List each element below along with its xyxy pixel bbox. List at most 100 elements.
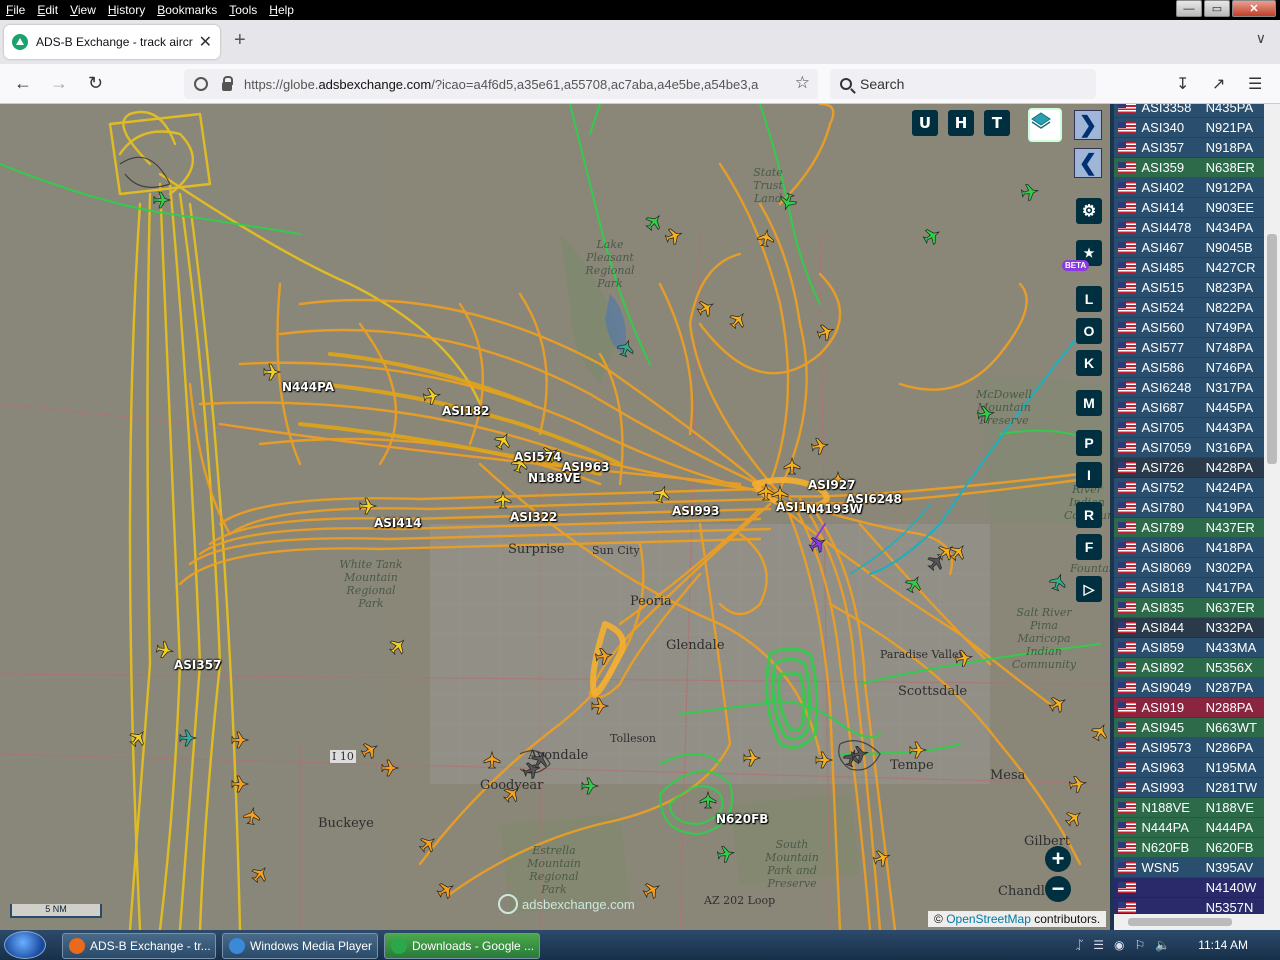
aircraft-list-row[interactable]: ASI726 N428PA: [1114, 458, 1264, 478]
aircraft-label-asi322[interactable]: ASI322: [510, 510, 557, 524]
aircraft-list-row[interactable]: ASI7059 N316PA: [1114, 438, 1264, 458]
task-media-player[interactable]: Windows Media Player: [222, 933, 378, 959]
aircraft-list-row[interactable]: ASI859 N433MA: [1114, 638, 1264, 658]
aircraft-list-row[interactable]: ASI919 N288PA: [1114, 698, 1264, 718]
aircraft-label-asi357[interactable]: ASI357: [174, 658, 221, 672]
task-chrome-downloads[interactable]: Downloads - Google ...: [384, 933, 540, 959]
aircraft-label-asi182[interactable]: ASI182: [442, 404, 489, 418]
action-center-icon[interactable]: ⚐: [1134, 938, 1145, 952]
lock-icon[interactable]: [222, 75, 233, 91]
menu-history[interactable]: History: [102, 3, 151, 17]
aircraft-list-row[interactable]: N620FB N620FB: [1114, 838, 1264, 858]
replay-icon[interactable]: ▷: [1076, 576, 1102, 602]
aircraft-list-row[interactable]: N4140W: [1114, 878, 1264, 898]
aircraft-list-row[interactable]: ASI705 N443PA: [1114, 418, 1264, 438]
aircraft-label-asi414[interactable]: ASI414: [374, 516, 421, 530]
aircraft-list-row[interactable]: ASI586 N746PA: [1114, 358, 1264, 378]
layers-button[interactable]: [1028, 108, 1062, 142]
volume-icon[interactable]: 🔈: [1155, 938, 1170, 952]
aircraft-list-row[interactable]: ASI4478 N434PA: [1114, 218, 1264, 238]
menu-view[interactable]: View: [64, 3, 102, 17]
aircraft-list-row[interactable]: ASI752 N424PA: [1114, 478, 1264, 498]
aircraft-label-asi1[interactable]: ASI1: [776, 500, 807, 514]
clock[interactable]: 11:14 AM: [1198, 938, 1248, 952]
menu-file[interactable]: File: [0, 3, 31, 17]
start-button[interactable]: [4, 931, 46, 959]
flight-map[interactable]: Surprise Glendale Peoria Scottsdale Temp…: [0, 104, 1110, 930]
aircraft-list-row[interactable]: ASI780 N419PA: [1114, 498, 1264, 518]
list-all-tabs-chevron-icon[interactable]: ∨: [1256, 30, 1266, 47]
aircraft-list-row[interactable]: ASI9573 N286PA: [1114, 738, 1264, 758]
bookmark-star-icon[interactable]: ☆: [795, 73, 810, 93]
aircraft-list-row[interactable]: ASI577 N748PA: [1114, 338, 1264, 358]
settings-gear-icon[interactable]: ⚙: [1076, 198, 1102, 224]
toggle-p-button[interactable]: P: [1076, 430, 1102, 456]
network-icon[interactable]: ☰: [1093, 938, 1104, 952]
expand-sidebar-arrow-icon[interactable]: ❯: [1074, 110, 1102, 140]
toggle-o-button[interactable]: O: [1076, 318, 1102, 344]
downloads-icon[interactable]: ↧: [1176, 74, 1189, 94]
toggle-m-button[interactable]: M: [1076, 390, 1102, 416]
aircraft-list-row[interactable]: ASI340 N921PA: [1114, 118, 1264, 138]
aircraft-list-row[interactable]: ASI515 N823PA: [1114, 278, 1264, 298]
menu-hamburger-icon[interactable]: ☰: [1248, 74, 1262, 94]
aircraft-list-row[interactable]: ASI414 N903EE: [1114, 198, 1264, 218]
aircraft-list-row[interactable]: ASI485 N427CR: [1114, 258, 1264, 278]
extensions-icon[interactable]: ↗: [1212, 74, 1225, 94]
aircraft-label-n4193w[interactable]: N4193W: [806, 502, 863, 516]
task-firefox[interactable]: ADS-B Exchange - tr...: [62, 933, 216, 959]
new-tab-button[interactable]: +: [234, 29, 246, 52]
toggle-l-button[interactable]: L: [1076, 286, 1102, 312]
menu-bookmarks[interactable]: Bookmarks: [151, 3, 223, 17]
aircraft-label-n444pa[interactable]: N444PA: [282, 380, 334, 394]
aircraft-list-row[interactable]: WSN5 N395AV: [1114, 858, 1264, 878]
aircraft-list-row[interactable]: ASI359 N638ER: [1114, 158, 1264, 178]
aircraft-list-row[interactable]: ASI963 N195MA: [1114, 758, 1264, 778]
aircraft-label-n620fb[interactable]: N620FB: [716, 812, 768, 826]
menu-help[interactable]: Help: [263, 3, 300, 17]
aircraft-list-row[interactable]: ASI524 N822PA: [1114, 298, 1264, 318]
menu-tools[interactable]: Tools: [223, 3, 263, 17]
url-bar[interactable]: https://globe.adsbexchange.com/?icao=a4f…: [184, 69, 818, 99]
steam-icon[interactable]: ◉: [1114, 938, 1124, 952]
aircraft-list-row[interactable]: ASI789 N437ER: [1114, 518, 1264, 538]
tab-close-icon[interactable]: ✕: [199, 32, 212, 52]
toggle-k-button[interactable]: K: [1076, 350, 1102, 376]
aircraft-list-row[interactable]: ASI835 N637ER: [1114, 598, 1264, 618]
aircraft-list-row[interactable]: ASI945 N663WT: [1114, 718, 1264, 738]
tab-adsb-exchange[interactable]: ADS-B Exchange - track aircraft ✕: [4, 25, 220, 59]
aircraft-list-row[interactable]: ASI993 N281TW: [1114, 778, 1264, 798]
aircraft-list-row[interactable]: ASI3358 N435PA: [1114, 104, 1264, 118]
aircraft-list-row[interactable]: ASI818 N417PA: [1114, 578, 1264, 598]
list-vertical-scrollbar[interactable]: [1264, 104, 1280, 930]
aircraft-label-n188ve[interactable]: N188VE: [528, 471, 581, 485]
tracking-shield-icon[interactable]: [194, 77, 208, 91]
aircraft-list-row[interactable]: ASI402 N912PA: [1114, 178, 1264, 198]
search-input[interactable]: Search: [830, 69, 1096, 99]
aircraft-list-row[interactable]: ASI806 N418PA: [1114, 538, 1264, 558]
list-horizontal-scrollbar[interactable]: [1114, 914, 1264, 930]
aircraft-list-row[interactable]: ASI844 N332PA: [1114, 618, 1264, 638]
toggle-u-button[interactable]: U: [912, 110, 938, 136]
aircraft-list[interactable]: ASI3358 N435PA ASI340 N921PA ASI357 N918PA ASI…: [1110, 104, 1264, 930]
reload-icon[interactable]: ↻: [88, 73, 103, 94]
toggle-f-button[interactable]: F: [1076, 534, 1102, 560]
back-arrow-icon[interactable]: ←: [14, 73, 32, 94]
minimize-button[interactable]: —: [1176, 0, 1202, 17]
toggle-h-button[interactable]: H: [948, 110, 974, 136]
maximize-button[interactable]: ▭: [1204, 0, 1230, 17]
aircraft-list-row[interactable]: ASI6248 N317PA: [1114, 378, 1264, 398]
menu-edit[interactable]: Edit: [31, 3, 64, 17]
aircraft-list-row[interactable]: ASI892 N5356X: [1114, 658, 1264, 678]
aircraft-list-row[interactable]: ASI357 N918PA: [1114, 138, 1264, 158]
forward-arrow-icon[interactable]: →: [50, 73, 68, 94]
openstreetmap-link[interactable]: OpenStreetMap: [946, 912, 1031, 926]
aircraft-list-row[interactable]: ASI687 N445PA: [1114, 398, 1264, 418]
collapse-sidebar-arrow-icon[interactable]: ❮: [1074, 148, 1102, 178]
zoom-out-button[interactable]: −: [1045, 876, 1071, 902]
aircraft-label-asi993[interactable]: ASI993: [672, 504, 719, 518]
bluetooth-icon[interactable]: ᛢ: [1076, 938, 1083, 952]
aircraft-list-row[interactable]: ASI9049 N287PA: [1114, 678, 1264, 698]
url-text[interactable]: https://globe.adsbexchange.com/?icao=a4f…: [244, 77, 784, 92]
aircraft-list-row[interactable]: ASI467 N9045B: [1114, 238, 1264, 258]
